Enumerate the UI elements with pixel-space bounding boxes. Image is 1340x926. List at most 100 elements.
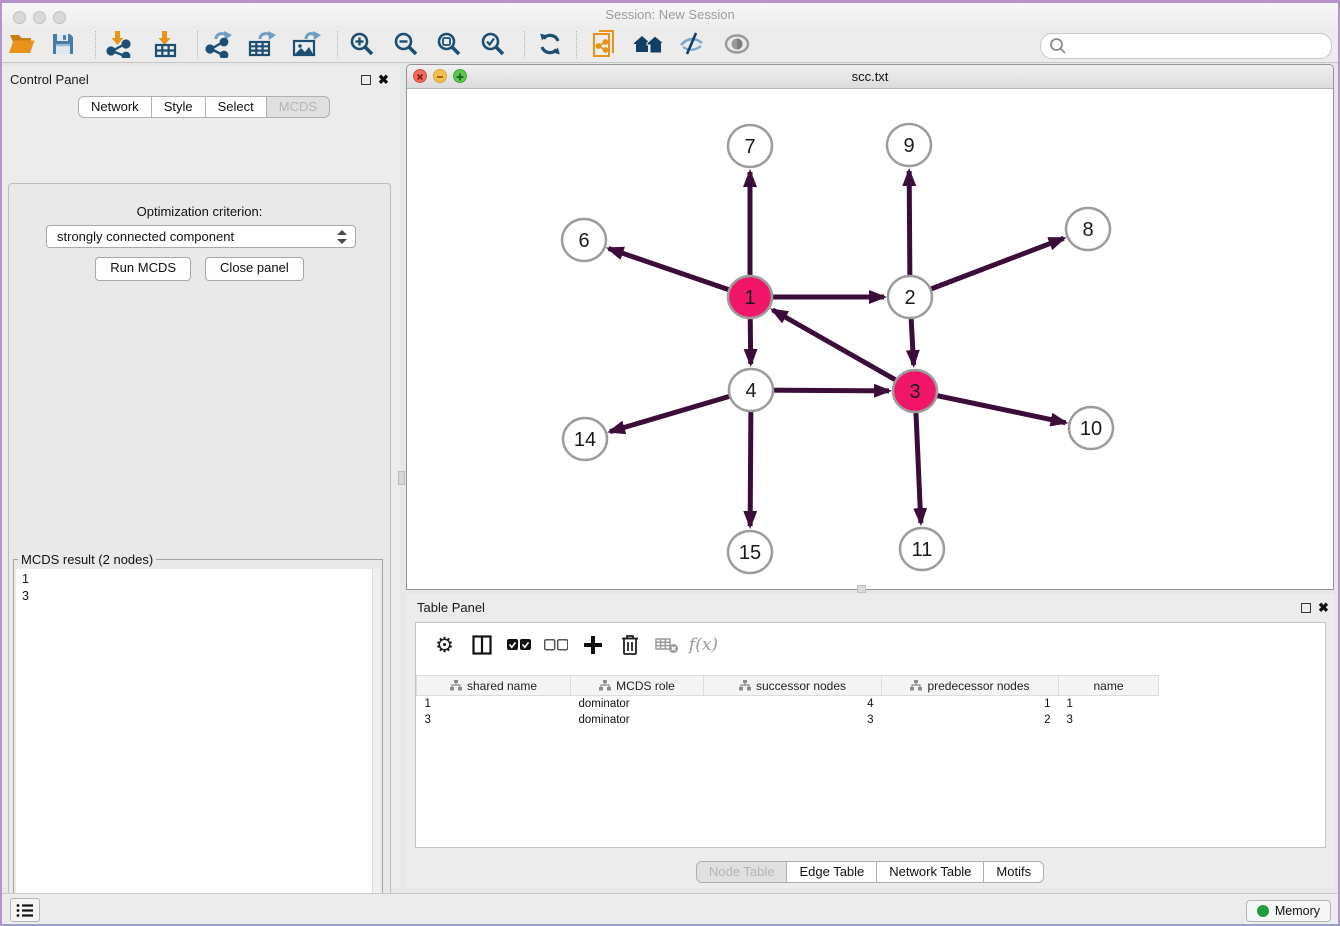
float-table-panel-icon[interactable] xyxy=(1301,603,1311,613)
zoom-selected-icon[interactable] xyxy=(476,29,510,59)
memory-label: Memory xyxy=(1275,904,1320,918)
svg-text:11: 11 xyxy=(912,539,933,561)
mcds-result-textarea[interactable]: 1 3 xyxy=(16,569,380,923)
node-15[interactable]: 15 xyxy=(728,531,772,573)
svg-text:3: 3 xyxy=(909,381,920,403)
node-14[interactable]: 14 xyxy=(563,418,607,460)
delete-table-icon[interactable] xyxy=(648,628,685,662)
zoom-in-icon[interactable] xyxy=(345,29,379,59)
table-toolbar: ⚙ f(x) xyxy=(416,623,1325,667)
close-table-panel-icon[interactable]: ✖ xyxy=(1318,601,1329,615)
tab-select[interactable]: Select xyxy=(206,96,267,118)
node-11[interactable]: 11 xyxy=(900,528,944,570)
node-7[interactable]: 7 xyxy=(728,125,772,167)
table-cell[interactable]: 4 xyxy=(704,696,882,713)
tab-mcds[interactable]: MCDS xyxy=(267,96,330,118)
create-column-icon[interactable] xyxy=(574,628,611,662)
node-8[interactable]: 8 xyxy=(1066,208,1110,250)
node-table[interactable]: shared nameMCDS rolesuccessor nodesprede… xyxy=(416,675,1159,728)
table-panel-tabs: Node TableEdge TableNetwork TableMotifs xyxy=(406,861,1334,883)
criterion-select-value: strongly connected component xyxy=(47,229,336,244)
edge-3-1[interactable] xyxy=(773,310,915,391)
table-cell[interactable]: 2 xyxy=(882,712,1059,728)
close-panel-button[interactable]: Close panel xyxy=(205,257,304,281)
mcds-tab-content: Optimization criterion: strongly connect… xyxy=(8,183,391,926)
table-cell[interactable]: dominator xyxy=(571,712,704,728)
table-cell[interactable]: 3 xyxy=(704,712,882,728)
column-header-MCDS-role[interactable]: MCDS role xyxy=(571,676,704,696)
zoom-fit-icon[interactable] xyxy=(432,29,466,59)
control-panel-tabs: NetworkStyleSelectMCDS xyxy=(78,96,330,118)
search-field[interactable] xyxy=(1040,33,1332,59)
export-image-icon[interactable] xyxy=(289,29,323,59)
hide-graphics-details-icon[interactable] xyxy=(675,29,709,59)
table-cell[interactable]: 1 xyxy=(1059,696,1159,713)
deselect-all-columns-icon[interactable] xyxy=(537,628,574,662)
tab-network[interactable]: Network xyxy=(78,96,152,118)
network-from-document-icon[interactable] xyxy=(588,29,622,59)
toolbar-separator xyxy=(524,31,525,58)
table-cell[interactable]: 3 xyxy=(417,712,571,728)
vertical-split-handle[interactable] xyxy=(398,471,405,485)
node-9[interactable]: 9 xyxy=(887,124,931,166)
run-mcds-button[interactable]: Run MCDS xyxy=(95,257,191,281)
horizontal-split-handle[interactable] xyxy=(857,585,866,593)
edge-2-8[interactable] xyxy=(910,238,1064,297)
export-network-icon[interactable] xyxy=(202,29,236,59)
node-4[interactable]: 4 xyxy=(729,369,773,411)
table-cell[interactable]: 3 xyxy=(1059,712,1159,728)
column-type-icon xyxy=(599,680,611,691)
search-icon xyxy=(1048,36,1068,56)
optimization-criterion-label: Optimization criterion: xyxy=(9,204,390,219)
column-header-successor-nodes[interactable]: successor nodes xyxy=(704,676,882,696)
tab-network-table[interactable]: Network Table xyxy=(877,861,984,883)
column-header-predecessor-nodes[interactable]: predecessor nodes xyxy=(882,676,1059,696)
show-columns-icon[interactable] xyxy=(463,628,500,662)
function-builder-icon[interactable]: f(x) xyxy=(685,628,722,662)
svg-text:8: 8 xyxy=(1082,219,1093,241)
float-panel-icon[interactable] xyxy=(361,75,371,85)
table-row[interactable]: 3dominator323 xyxy=(417,712,1159,728)
task-history-button[interactable] xyxy=(10,898,40,922)
result-scrollbar[interactable] xyxy=(372,569,380,923)
node-1[interactable]: 1 xyxy=(728,276,772,318)
select-all-columns-icon[interactable] xyxy=(500,628,537,662)
mcds-result-title: MCDS result (2 nodes) xyxy=(18,552,156,567)
table-row[interactable]: 1dominator411 xyxy=(417,696,1159,713)
table-cell[interactable]: 1 xyxy=(882,696,1059,713)
node-6[interactable]: 6 xyxy=(562,219,606,261)
tab-node-table[interactable]: Node Table xyxy=(696,861,788,883)
network-window-titlebar[interactable]: scc.txt xyxy=(407,65,1333,89)
svg-text:6: 6 xyxy=(578,230,589,252)
criterion-select[interactable]: strongly connected component xyxy=(46,225,356,248)
svg-text:14: 14 xyxy=(574,429,596,451)
column-header-name[interactable]: name xyxy=(1059,676,1159,696)
show-graphics-details-icon[interactable] xyxy=(720,29,754,59)
close-panel-icon[interactable]: ✖ xyxy=(378,73,389,87)
column-header-shared-name[interactable]: shared name xyxy=(417,676,571,696)
network-canvas[interactable]: 1 2 3 4 6 7 8 9 10 11 14 15 xyxy=(407,88,1333,589)
node-2[interactable]: 2 xyxy=(888,276,932,318)
save-session-icon[interactable] xyxy=(46,29,80,59)
column-type-icon xyxy=(450,680,462,691)
node-10[interactable]: 10 xyxy=(1069,407,1113,449)
home-icon[interactable] xyxy=(632,29,666,59)
tab-motifs[interactable]: Motifs xyxy=(984,861,1044,883)
search-input[interactable] xyxy=(1068,35,1331,57)
open-file-icon[interactable] xyxy=(5,29,39,59)
node-table-header-row[interactable]: shared nameMCDS rolesuccessor nodesprede… xyxy=(417,676,1159,696)
export-table-icon[interactable] xyxy=(245,29,279,59)
table-settings-icon[interactable]: ⚙ xyxy=(426,628,463,662)
import-table-icon[interactable] xyxy=(149,29,183,59)
delete-column-icon[interactable] xyxy=(611,628,648,662)
refresh-icon[interactable] xyxy=(533,29,567,59)
node-table-container: ⚙ f(x) xyxy=(415,622,1326,848)
tab-edge-table[interactable]: Edge Table xyxy=(787,861,877,883)
memory-button[interactable]: Memory xyxy=(1246,900,1331,922)
tab-style[interactable]: Style xyxy=(152,96,206,118)
import-network-icon[interactable] xyxy=(102,29,136,59)
zoom-out-icon[interactable] xyxy=(389,29,423,59)
table-cell[interactable]: dominator xyxy=(571,696,704,713)
node-3[interactable]: 3 xyxy=(893,370,937,412)
table-cell[interactable]: 1 xyxy=(417,696,571,713)
